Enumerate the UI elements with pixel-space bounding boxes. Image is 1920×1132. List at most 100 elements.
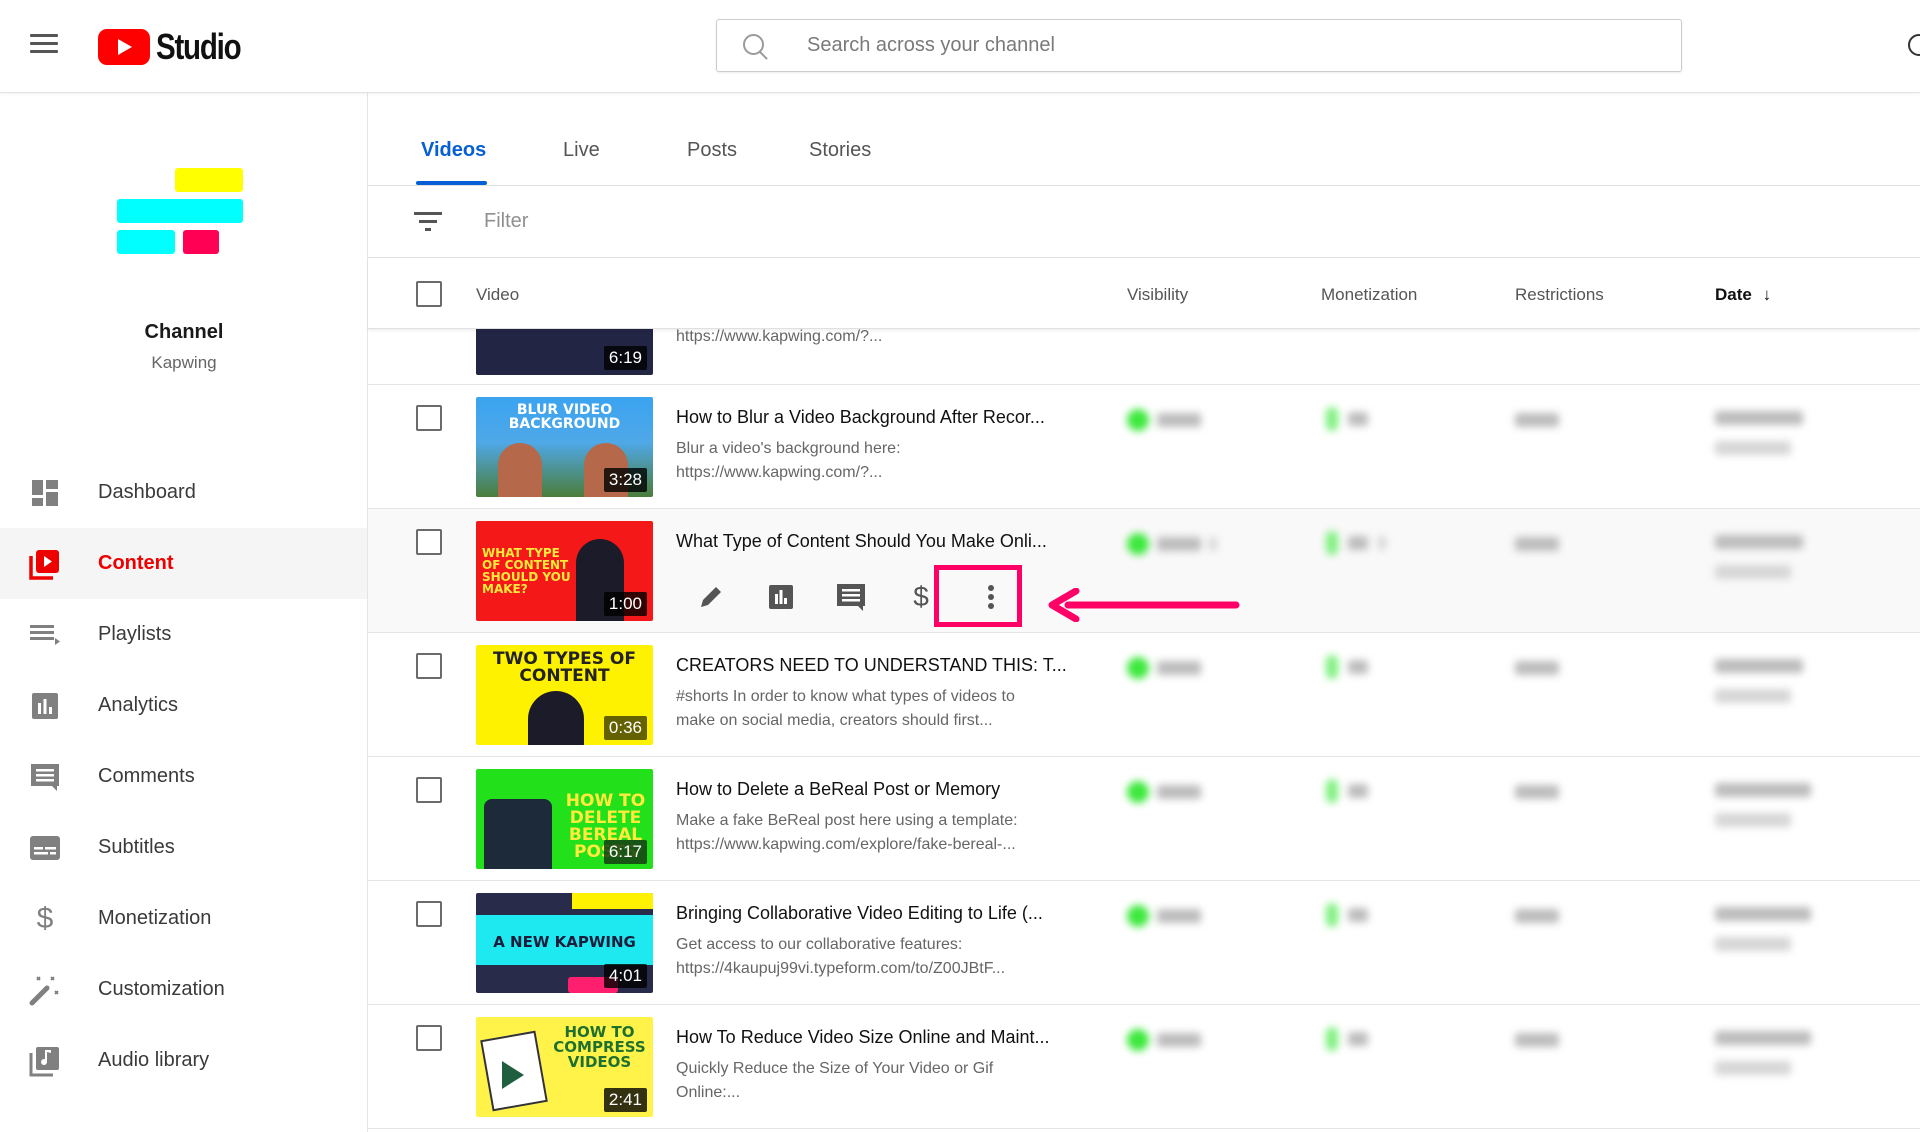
annotation-highlight-box — [934, 565, 1022, 627]
select-all-checkbox[interactable] — [416, 281, 442, 307]
sidebar-item-playlists[interactable]: Playlists — [0, 599, 367, 670]
visibility-status[interactable] — [1127, 533, 1217, 555]
column-restrictions[interactable]: Restrictions — [1515, 285, 1604, 305]
visibility-status[interactable] — [1127, 657, 1201, 679]
date-value — [1715, 1031, 1811, 1075]
video-duration: 1:00 — [603, 592, 647, 616]
column-monetization[interactable]: Monetization — [1321, 285, 1417, 305]
description-line: #shorts In order to know what types of v… — [676, 688, 1015, 705]
sidebar-item-label: Dashboard — [98, 481, 196, 503]
video-title[interactable]: How To Reduce Video Size Online and Main… — [676, 1027, 1050, 1048]
sidebar-item-customization[interactable]: Customization — [0, 954, 367, 1025]
search-input[interactable] — [807, 34, 1681, 57]
tab-posts[interactable]: Posts — [687, 139, 737, 162]
video-duration: 2:41 — [603, 1088, 647, 1112]
restrictions-status — [1515, 909, 1559, 923]
video-description: Quickly Reduce the Size of Your Video or… — [676, 1057, 1096, 1105]
visibility-status[interactable] — [1127, 781, 1201, 803]
search-bar[interactable] — [716, 19, 1682, 72]
dollar-icon: $ — [36, 901, 54, 935]
video-title[interactable]: How to Delete a BeReal Post or Memory — [676, 779, 1000, 800]
sidebar-item-comments[interactable]: Comments — [0, 741, 367, 812]
row-checkbox[interactable] — [416, 653, 442, 679]
video-title[interactable]: CREATORS NEED TO UNDERSTAND THIS: T... — [676, 655, 1067, 676]
table-row[interactable]: HOW TO DELETE BEREAL POSTS 6:17 How to D… — [368, 757, 1920, 881]
sidebar-item-subtitles[interactable]: Subtitles — [0, 812, 367, 883]
column-video: Video — [476, 285, 520, 304]
visibility-status[interactable] — [1127, 409, 1201, 431]
monetization-status[interactable] — [1326, 655, 1368, 679]
table-row[interactable]: WHAT TYPE OF CONTENT SHOULD YOU MAKE? 1:… — [368, 509, 1920, 633]
table-row[interactable]: HOW TO COMPRESS VIDEOS 2:41 How To Reduc… — [368, 1005, 1920, 1129]
description-line: Make a fake BeReal post here using a tem… — [676, 812, 1018, 829]
content-tabs: Videos Live Posts Stories — [368, 93, 1920, 186]
sidebar-item-monetization[interactable]: $ Monetization — [0, 883, 367, 954]
dashboard-icon — [29, 477, 61, 509]
table-row[interactable]: A NEW KAPWING 4:01 Bringing Collaborativ… — [368, 881, 1920, 1005]
row-checkbox[interactable] — [416, 405, 442, 431]
column-date[interactable]: Date ↓ — [1715, 285, 1771, 305]
comments-icon — [29, 761, 61, 793]
magic-wand-icon — [29, 974, 61, 1006]
monetization-status[interactable] — [1326, 903, 1368, 927]
video-thumbnail[interactable]: WHAT TYPE OF CONTENT SHOULD YOU MAKE? 1:… — [476, 521, 653, 621]
video-duration: 6:17 — [603, 840, 647, 864]
row-checkbox[interactable] — [416, 529, 442, 555]
search-icon — [741, 31, 793, 61]
video-description: Blur a video's background here: https://… — [676, 437, 1096, 485]
video-description: #shorts In order to know what types of v… — [676, 685, 1096, 733]
youtube-studio-logo[interactable]: Studio — [98, 26, 259, 67]
description-line: Blur a video's background here: — [676, 440, 901, 457]
content-icon — [29, 548, 61, 580]
sidebar-item-label: Content — [98, 552, 174, 574]
table-row[interactable]: BLUR VIDEO BACKGROUND 3:28 How to Blur a… — [368, 385, 1920, 509]
video-title[interactable]: What Type of Content Should You Make Onl… — [676, 531, 1047, 552]
description-line: https://4kaupuj99vi.typeform.com/to/Z00J… — [676, 960, 1006, 977]
tab-live[interactable]: Live — [563, 139, 600, 162]
filter-input[interactable] — [484, 210, 1084, 233]
comments-icon[interactable] — [816, 573, 886, 621]
row-checkbox[interactable] — [416, 901, 442, 927]
analytics-icon[interactable] — [746, 573, 816, 621]
monetization-status[interactable] — [1326, 1027, 1368, 1051]
analytics-icon — [29, 690, 61, 722]
monetization-status[interactable] — [1326, 779, 1368, 803]
sidebar-item-content[interactable]: Content — [0, 528, 367, 599]
restrictions-status — [1515, 785, 1559, 799]
monetization-status[interactable] — [1326, 531, 1386, 555]
video-title[interactable]: Bringing Collaborative Video Editing to … — [676, 903, 1043, 924]
row-checkbox[interactable] — [416, 777, 442, 803]
content-main: Videos Live Posts Stories Video Visibili… — [368, 93, 1920, 1132]
video-thumbnail[interactable]: HOW TO COMPRESS VIDEOS 2:41 — [476, 1017, 653, 1117]
row-checkbox[interactable] — [416, 1025, 442, 1051]
top-bar: Studio — [0, 0, 1920, 93]
sidebar-nav: Dashboard Content Playlists Analytics Co… — [0, 457, 367, 1096]
date-value — [1715, 535, 1803, 579]
restrictions-status — [1515, 661, 1559, 675]
video-thumbnail[interactable]: BLUR VIDEO BACKGROUND 3:28 — [476, 397, 653, 497]
filter-icon[interactable] — [414, 211, 442, 232]
table-row[interactable]: TWO TYPES OF CONTENT 0:36 CREATORS NEED … — [368, 633, 1920, 757]
visibility-status[interactable] — [1127, 905, 1201, 927]
thumbnail-text: HOW TO COMPRESS VIDEOS — [553, 1023, 646, 1071]
video-thumbnail[interactable]: TWO TYPES OF CONTENT 0:36 — [476, 645, 653, 745]
visibility-status[interactable] — [1127, 1029, 1201, 1051]
sidebar-item-label: Monetization — [98, 907, 212, 929]
hamburger-menu-icon[interactable] — [30, 34, 58, 56]
edit-icon[interactable] — [676, 573, 746, 621]
channel-title: Channel — [144, 321, 224, 343]
account-avatar[interactable] — [1908, 34, 1920, 56]
date-value — [1715, 659, 1803, 703]
sidebar-item-audio-library[interactable]: Audio library — [0, 1025, 367, 1096]
tab-videos[interactable]: Videos — [421, 139, 486, 162]
video-thumbnail[interactable]: A NEW KAPWING 4:01 — [476, 893, 653, 993]
channel-avatar[interactable] — [117, 168, 245, 258]
sidebar-item-dashboard[interactable]: Dashboard — [0, 457, 367, 528]
tab-stories[interactable]: Stories — [809, 139, 871, 162]
monetization-status[interactable] — [1326, 407, 1368, 431]
video-title[interactable]: How to Blur a Video Background After Rec… — [676, 407, 1045, 428]
filter-bar — [368, 186, 1920, 258]
sidebar-item-analytics[interactable]: Analytics — [0, 670, 367, 741]
video-thumbnail[interactable]: HOW TO DELETE BEREAL POSTS 6:17 — [476, 769, 653, 869]
column-visibility[interactable]: Visibility — [1127, 285, 1188, 305]
